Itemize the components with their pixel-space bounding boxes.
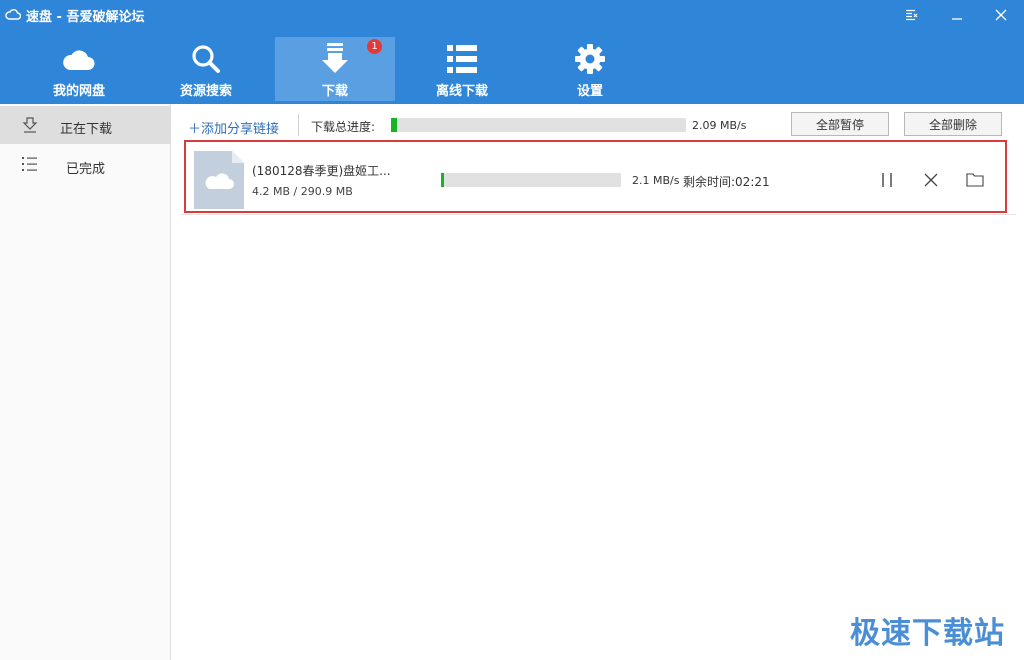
download-count-badge: 1	[367, 39, 382, 54]
tab-my-netdisk[interactable]: 我的网盘	[19, 37, 139, 101]
total-speed: 2.09 MB/s	[692, 119, 747, 132]
tab-offline-download[interactable]: 离线下载	[402, 37, 522, 101]
item-speed: 2.1 MB/s	[632, 174, 680, 187]
delete-all-button[interactable]: 全部删除	[904, 112, 1002, 136]
window-title: 速盘 - 吾爱破解论坛	[26, 10, 145, 25]
search-icon	[146, 43, 266, 75]
app-cloud-icon	[5, 8, 22, 23]
watermark: 极速下载站	[850, 616, 1005, 651]
row-divider	[181, 214, 1016, 215]
total-progress-fill	[391, 118, 397, 132]
pause-icon[interactable]	[875, 168, 899, 192]
list-icon	[402, 43, 522, 75]
sidebar-item-completed[interactable]: 已完成	[0, 146, 170, 184]
file-cloud-icon	[194, 151, 244, 209]
download-tray-icon	[22, 117, 38, 136]
sidebar-item-downloading[interactable]: 正在下载	[0, 106, 170, 144]
total-progress-bar	[391, 118, 686, 132]
folder-icon[interactable]	[963, 168, 987, 192]
item-progress-bar	[441, 173, 621, 187]
sidebar: 正在下载 已完成	[0, 104, 171, 660]
sidebar-item-label: 已完成	[66, 162, 106, 177]
title-bar: 速盘 - 吾爱破解论坛	[0, 0, 1024, 30]
download-header-bar: ＋添加分享链接 下载总进度: 2.09 MB/s 全部暂停 全部删除	[171, 104, 1024, 140]
tab-resource-search[interactable]: 资源搜索	[146, 37, 266, 101]
pause-all-button[interactable]: 全部暂停	[791, 112, 889, 136]
file-size: 4.2 MB / 290.9 MB	[252, 185, 353, 198]
add-share-link-button[interactable]: ＋添加分享链接	[188, 118, 279, 137]
tab-label: 资源搜索	[179, 84, 232, 99]
close-window-icon[interactable]	[989, 4, 1013, 26]
list-bullets-icon	[22, 157, 38, 174]
delete-icon[interactable]	[919, 168, 943, 192]
tab-label: 设置	[576, 84, 603, 99]
file-name: (180128春季更)盘姬工...	[252, 164, 391, 178]
tab-label: 我的网盘	[52, 84, 105, 99]
tab-settings[interactable]: 设置	[530, 37, 650, 101]
main-toolbar: 我的网盘 资源搜索 1 下载 离线下载 设置	[0, 30, 1024, 104]
tab-label: 下载	[321, 84, 348, 99]
tab-download[interactable]: 1 下载	[275, 37, 395, 101]
minimize-icon[interactable]	[945, 4, 969, 26]
tab-label: 离线下载	[435, 84, 488, 99]
download-row[interactable]: (180128春季更)盘姬工... 4.2 MB / 290.9 MB 2.1 …	[184, 140, 1007, 213]
cloud-icon	[19, 43, 139, 75]
item-progress-fill	[441, 173, 444, 187]
sidebar-item-label: 正在下载	[60, 122, 113, 137]
gear-icon	[530, 43, 650, 75]
menu-icon[interactable]	[900, 4, 924, 26]
divider	[298, 114, 299, 136]
remaining-time: 剩余时间:02:21	[683, 175, 770, 189]
total-progress-label: 下载总进度:	[311, 120, 376, 134]
